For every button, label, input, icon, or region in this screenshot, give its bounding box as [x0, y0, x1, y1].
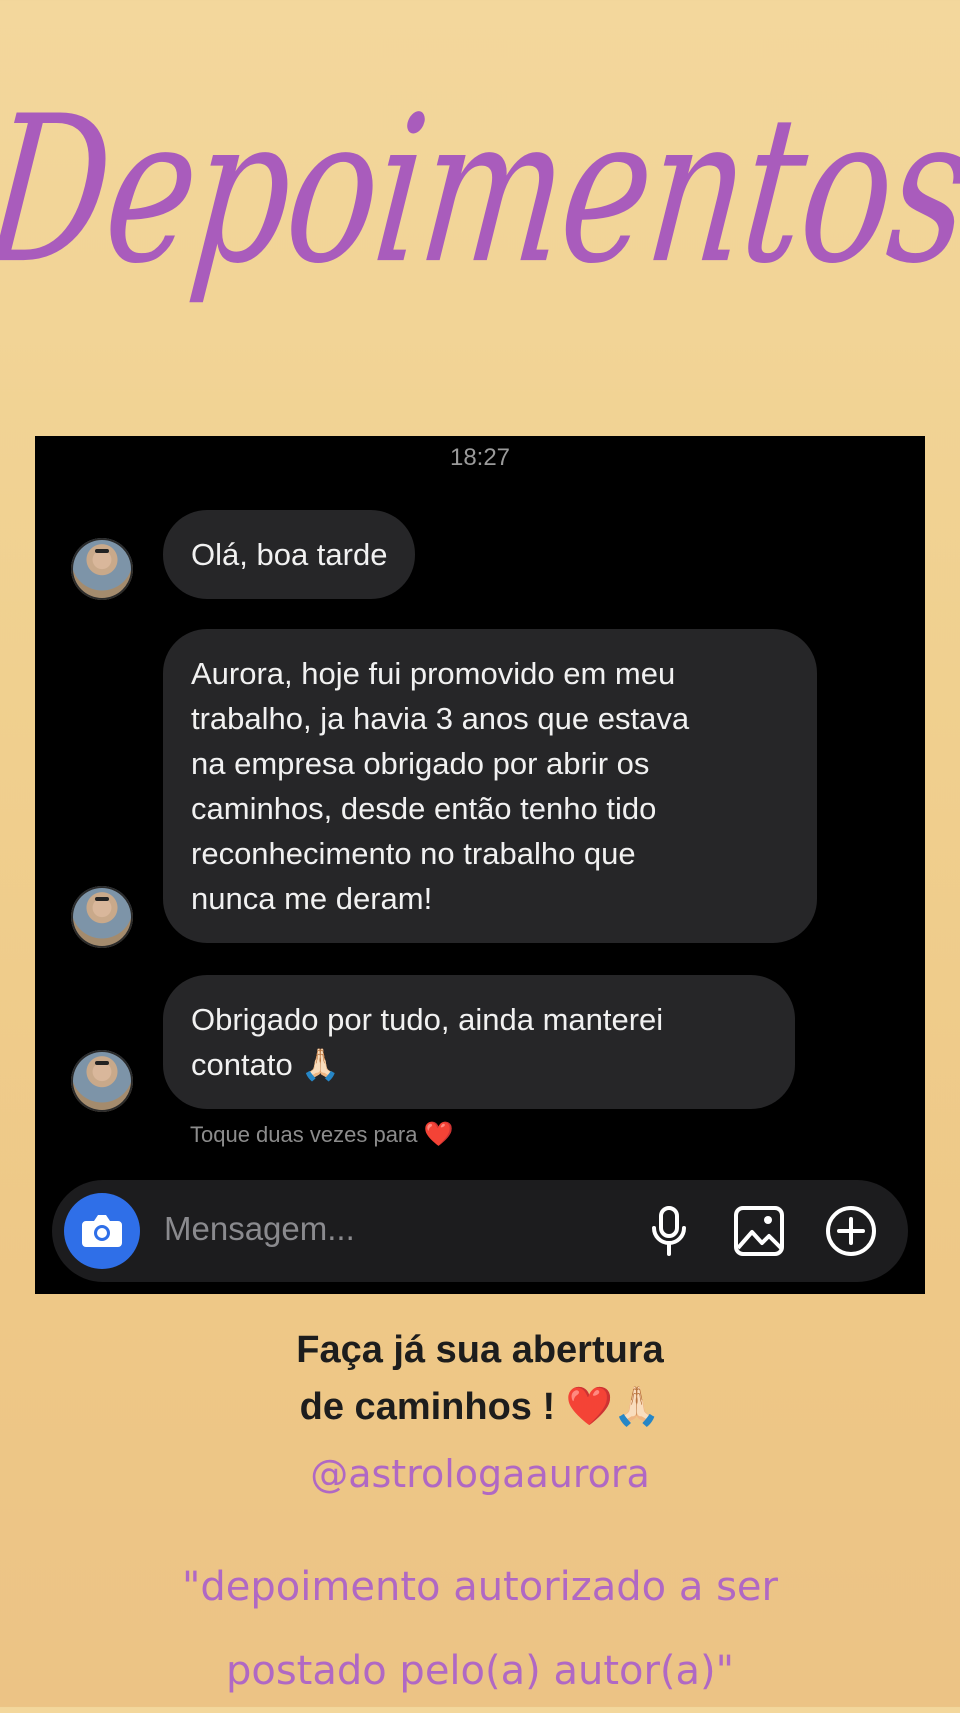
- message-input[interactable]: Mensagem...: [164, 1210, 355, 1248]
- microphone-icon: [652, 1206, 686, 1256]
- heart-icon: ❤️: [423, 1121, 454, 1148]
- message-bubble[interactable]: Olá, boa tarde: [163, 510, 416, 599]
- plus-circle-icon: [826, 1206, 876, 1256]
- message-timestamp: 18:27: [449, 444, 511, 471]
- gallery-button[interactable]: [732, 1204, 786, 1258]
- call-to-action: Faça já sua abertura de caminhos ! ❤️🙏🏻: [296, 1329, 664, 1428]
- message-bubble[interactable]: Obrigado por tudo, ainda manterei contat…: [163, 975, 795, 1109]
- hint-text: Toque duas vezes para: [190, 1122, 418, 1147]
- microphone-button[interactable]: [642, 1204, 696, 1258]
- image-icon: [734, 1206, 784, 1256]
- avatar: [71, 538, 133, 600]
- double-tap-hint: Toque duas vezes para ❤️: [190, 1120, 454, 1149]
- add-button[interactable]: [824, 1204, 878, 1258]
- avatar: [71, 886, 133, 948]
- camera-icon: [82, 1215, 122, 1247]
- page-title: Depoimentos: [0, 73, 960, 309]
- instagram-handle[interactable]: @astrologaaurora: [0, 1452, 960, 1496]
- message-composer: Mensagem...: [52, 1180, 908, 1282]
- authorization-note: "depoimento autorizado a ser postado pel…: [182, 1564, 778, 1694]
- camera-button[interactable]: [64, 1193, 140, 1269]
- chat-screenshot: 18:27 Olá, boa tarde Aurora, hoje fui pr…: [35, 436, 925, 1294]
- message-bubble[interactable]: Aurora, hoje fui promovido em meu trabal…: [163, 629, 817, 943]
- avatar: [71, 1050, 133, 1112]
